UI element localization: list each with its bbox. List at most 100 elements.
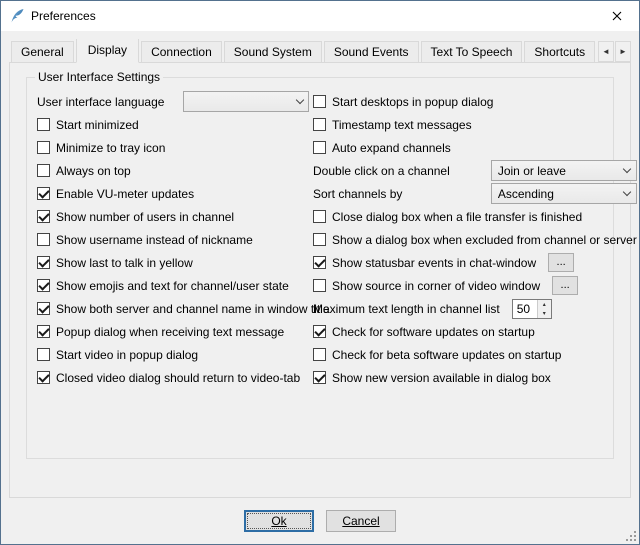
scroll-right-icon: ► [619, 47, 627, 56]
checkbox-row: Close dialog box when a file transfer is… [313, 205, 637, 228]
checkbox-label: Start minimized [56, 118, 139, 132]
sort-channels-dropdown[interactable]: Ascending [491, 183, 637, 204]
excluded-dialog-checkbox[interactable] [313, 233, 326, 246]
tab-scroll-arrows: ◄ ► [597, 41, 631, 62]
spin-up-icon[interactable]: ▴ [538, 300, 551, 309]
max-text-length-spinner[interactable]: 50 ▴ ▾ [512, 299, 552, 319]
checkbox-label: Show username instead of nickname [56, 233, 253, 247]
preferences-dialog: Preferences General Display Connection S… [0, 0, 640, 545]
titlebar[interactable]: Preferences [1, 1, 639, 31]
checkbox-label: Start desktops in popup dialog [332, 95, 493, 109]
tab-scroll-right-button[interactable]: ► [615, 41, 631, 62]
new-version-dialog-checkbox[interactable] [313, 371, 326, 384]
checkbox-row: Show number of users in channel [37, 205, 309, 228]
minimize-to-tray-checkbox[interactable] [37, 141, 50, 154]
checkbox-label: Timestamp text messages [332, 118, 472, 132]
last-to-talk-checkbox[interactable] [37, 256, 50, 269]
double-click-value: Join or leave [498, 164, 619, 178]
max-text-length-label: Maximum text length in channel list [313, 302, 500, 316]
video-source-options-button[interactable]: ... [552, 276, 578, 295]
dialog-buttons: Ok Cancel [9, 498, 631, 544]
checkbox-row: Minimize to tray icon [37, 136, 309, 159]
auto-expand-checkbox[interactable] [313, 141, 326, 154]
double-click-label: Double click on a channel [313, 164, 450, 178]
tab-shortcuts[interactable]: Shortcuts [524, 41, 595, 63]
checkbox-row: Start minimized [37, 113, 309, 136]
language-label: User interface language [37, 95, 164, 109]
checkbox-label: Always on top [56, 164, 131, 178]
start-minimized-checkbox[interactable] [37, 118, 50, 131]
checkbox-row: Popup dialog when receiving text message [37, 320, 309, 343]
statusbar-events-row: Show statusbar events in chat-window ... [313, 251, 637, 274]
dialog-content: General Display Connection Sound System … [1, 31, 639, 544]
tab-bar: General Display Connection Sound System … [9, 39, 631, 63]
checkbox-row: Show last to talk in yellow [37, 251, 309, 274]
checkbox-label: Closed video dialog should return to vid… [56, 371, 300, 385]
checkbox-label: Popup dialog when receiving text message [56, 325, 284, 339]
chevron-down-icon [619, 184, 636, 203]
resize-grip[interactable] [624, 529, 637, 542]
group-title: User Interface Settings [35, 70, 163, 84]
tab-text-to-speech[interactable]: Text To Speech [421, 41, 523, 63]
checkbox-row: Closed video dialog should return to vid… [37, 366, 309, 389]
checkbox-row: Start desktops in popup dialog [313, 90, 637, 113]
video-source-row: Show source in corner of video window ..… [313, 274, 637, 297]
show-username-checkbox[interactable] [37, 233, 50, 246]
desktops-popup-checkbox[interactable] [313, 95, 326, 108]
video-popup-checkbox[interactable] [37, 348, 50, 361]
checkbox-label: Show source in corner of video window [332, 279, 540, 293]
beta-updates-checkbox[interactable] [313, 348, 326, 361]
tab-general[interactable]: General [11, 41, 74, 63]
window-title: Preferences [31, 9, 96, 23]
chevron-down-icon [291, 92, 308, 111]
close-on-transfer-checkbox[interactable] [313, 210, 326, 223]
left-column: User interface language Start minimized [37, 90, 309, 389]
close-button[interactable] [594, 1, 639, 31]
checkbox-label: Check for beta software updates on start… [332, 348, 561, 362]
ok-button[interactable]: Ok [244, 510, 314, 532]
checkbox-row: Check for beta software updates on start… [313, 343, 637, 366]
checkbox-label: Start video in popup dialog [56, 348, 198, 362]
statusbar-events-options-button[interactable]: ... [548, 253, 574, 272]
checkbox-label: Minimize to tray icon [56, 141, 165, 155]
sort-channels-label: Sort channels by [313, 187, 402, 201]
spinner-value: 50 [513, 300, 537, 318]
checkbox-row: Show emojis and text for channel/user st… [37, 274, 309, 297]
vu-meter-checkbox[interactable] [37, 187, 50, 200]
checkbox-row: Auto expand channels [313, 136, 637, 159]
checkbox-label: Enable VU-meter updates [56, 187, 194, 201]
spinner-buttons: ▴ ▾ [537, 300, 551, 318]
always-on-top-checkbox[interactable] [37, 164, 50, 177]
show-user-count-checkbox[interactable] [37, 210, 50, 223]
video-source-checkbox[interactable] [313, 279, 326, 292]
checkbox-row: Check for software updates on startup [313, 320, 637, 343]
language-dropdown[interactable] [183, 91, 309, 112]
emojis-text-checkbox[interactable] [37, 279, 50, 292]
display-tab-page: User Interface Settings User interface l… [9, 62, 631, 498]
checkbox-row: Start video in popup dialog [37, 343, 309, 366]
checkbox-label: Auto expand channels [332, 141, 451, 155]
statusbar-events-checkbox[interactable] [313, 256, 326, 269]
cancel-button[interactable]: Cancel [326, 510, 396, 532]
window-title-checkbox[interactable] [37, 302, 50, 315]
checkbox-row: Timestamp text messages [313, 113, 637, 136]
checkbox-label: Check for software updates on startup [332, 325, 535, 339]
tab-connection[interactable]: Connection [141, 41, 222, 63]
tab-sound-system[interactable]: Sound System [224, 41, 322, 63]
language-row: User interface language [37, 90, 309, 113]
tab-display[interactable]: Display [76, 39, 139, 63]
tab-scroll-left-button[interactable]: ◄ [598, 41, 614, 62]
checkbox-row: Enable VU-meter updates [37, 182, 309, 205]
timestamp-messages-checkbox[interactable] [313, 118, 326, 131]
popup-text-message-checkbox[interactable] [37, 325, 50, 338]
video-return-tab-checkbox[interactable] [37, 371, 50, 384]
checkbox-label: Show new version available in dialog box [332, 371, 551, 385]
tab-sound-events[interactable]: Sound Events [324, 41, 419, 63]
double-click-dropdown[interactable]: Join or leave [491, 160, 637, 181]
checkbox-row: Show new version available in dialog box [313, 366, 637, 389]
checkbox-label: Show both server and channel name in win… [56, 302, 330, 316]
checkbox-row: Show username instead of nickname [37, 228, 309, 251]
spin-down-icon[interactable]: ▾ [538, 309, 551, 318]
software-updates-checkbox[interactable] [313, 325, 326, 338]
chevron-down-icon [619, 161, 636, 180]
